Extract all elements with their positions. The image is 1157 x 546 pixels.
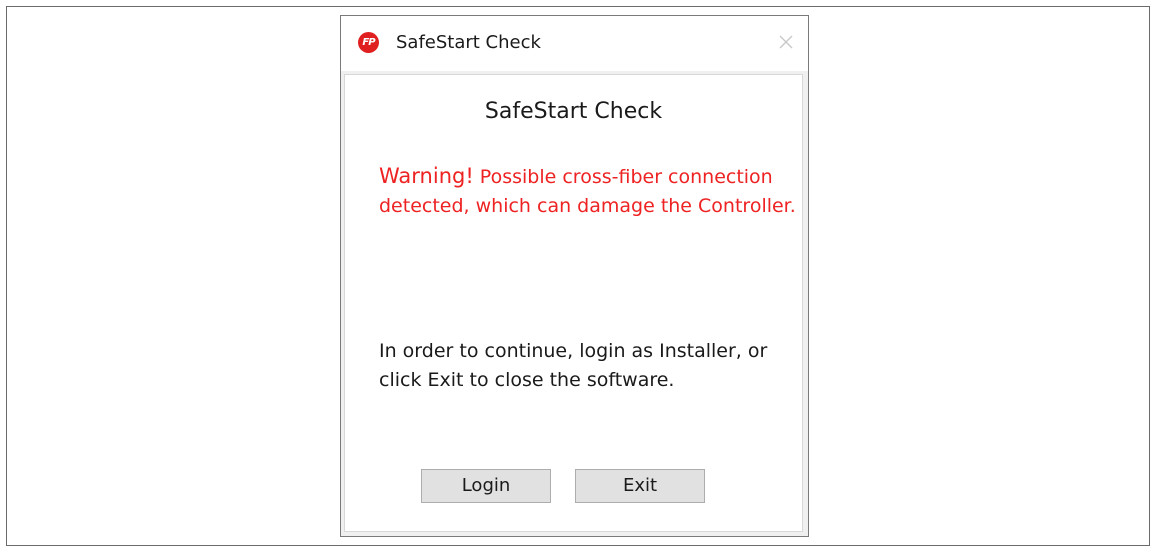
warning-message: Warning! Possible cross-fiber connection… [379,162,799,221]
warning-label: Warning! [379,164,474,188]
login-button[interactable]: Login [421,469,551,503]
app-logo-icon: FP [358,32,379,53]
title-bar[interactable]: FP SafeStart Check [341,16,808,71]
close-icon [779,35,793,49]
dialog-heading: SafeStart Check [484,99,663,124]
window-title: SafeStart Check [396,32,541,53]
dialog-content: SafeStart Check Warning! Possible cross-… [344,74,803,532]
close-button[interactable] [774,30,798,54]
instruction-text: In order to continue, login as Installer… [379,340,768,391]
safestart-dialog: FP SafeStart Check SafeStart Check Warni… [340,15,809,537]
exit-button[interactable]: Exit [575,469,705,503]
